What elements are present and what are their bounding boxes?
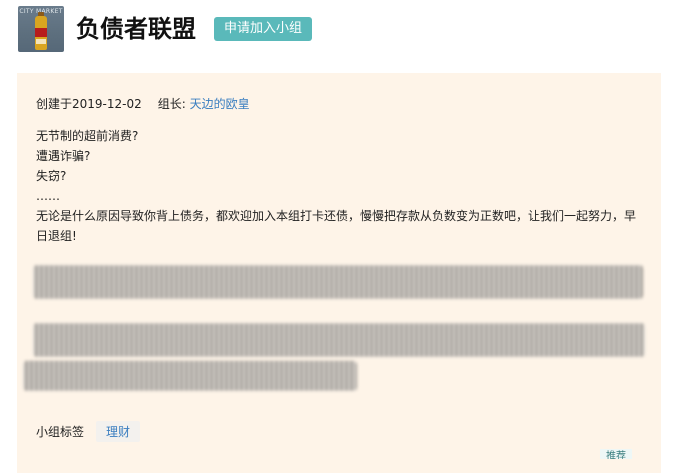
- tag-licai[interactable]: 理财: [96, 421, 141, 442]
- intro-line: 无论是什么原因导致你背上债务，都欢迎加入本组打卡还债，慢慢把存款从负数变为正数吧…: [36, 209, 637, 243]
- intro-line: 失窃?: [36, 169, 67, 183]
- intro-line: ……: [36, 189, 60, 203]
- group-intro: 无节制的超前消费? 遭遇诈骗? 失窃? …… 无论是什么原因导致你背上债务，都欢…: [36, 126, 636, 246]
- join-group-button[interactable]: 申请加入小组: [214, 17, 313, 41]
- obscured-text-3: [23, 361, 357, 391]
- group-meta: 创建于2019-12-02 组长: 天边的欧皇: [36, 95, 250, 112]
- intro-line: 无节制的超前消费?: [36, 129, 139, 143]
- owner-label: 组长:: [157, 97, 186, 111]
- recommend-button[interactable]: 推荐: [600, 449, 632, 459]
- group-info-panel: 创建于2019-12-02 组长: 天边的欧皇 无节制的超前消费? 遭遇诈骗? …: [17, 73, 661, 473]
- group-title: 负债者联盟: [76, 15, 196, 43]
- avatar-bottle-label-2: [36, 39, 46, 44]
- group-avatar[interactable]: CITY MARKET: [18, 6, 64, 52]
- obscured-text-2: [33, 323, 645, 357]
- avatar-bottle-label: [35, 28, 47, 37]
- owner-link[interactable]: 天边的欧皇: [190, 97, 250, 111]
- group-header: CITY MARKET 负债者联盟 申请加入小组: [18, 6, 313, 52]
- obscured-text-1: [33, 265, 643, 299]
- intro-line: 遭遇诈骗?: [36, 149, 91, 163]
- created-date: 创建于2019-12-02: [36, 97, 142, 111]
- tags-label: 小组标签: [36, 425, 85, 439]
- group-tags: 小组标签 理财: [36, 421, 141, 442]
- owner-info: 组长: 天边的欧皇: [158, 95, 250, 112]
